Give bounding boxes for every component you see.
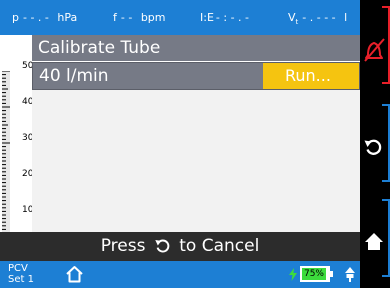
battery-level: 75% xyxy=(302,268,326,280)
cancel-hint-suffix: to Cancel xyxy=(179,236,260,256)
undo-icon xyxy=(155,239,170,253)
ventilation-mode[interactable]: PCV Set 1 xyxy=(8,263,34,285)
ie-ratio-readout: I:E - : - . - xyxy=(200,11,249,24)
undo-button[interactable] xyxy=(360,103,390,183)
battery-nub xyxy=(330,271,333,277)
pressure-value: - - . - xyxy=(22,11,49,24)
run-button[interactable]: Run... xyxy=(263,63,359,89)
pressure-label: p xyxy=(12,11,19,24)
frequency-unit: bpm xyxy=(140,11,166,24)
page-title: Calibrate Tube xyxy=(32,35,360,61)
mode-set: Set 1 xyxy=(8,274,34,285)
mode-name: PCV xyxy=(8,263,28,274)
bottom-bar: PCV Set 1 75% xyxy=(0,261,360,288)
home-icon[interactable] xyxy=(65,265,84,283)
volume-readout: Vt - . - - - l xyxy=(288,11,347,26)
plug-icon xyxy=(345,267,355,282)
cancel-hint-bar: Press to Cancel xyxy=(0,232,360,261)
volume-value: - . - - - xyxy=(302,11,336,24)
frequency-label: f xyxy=(113,11,117,24)
flow-value: 40 l/min xyxy=(39,66,109,86)
bolt-icon xyxy=(289,268,297,281)
pressure-scale: 50 40 30 20 10 0 xyxy=(0,35,33,288)
flow-row: 40 l/min Run... xyxy=(32,62,360,90)
ie-ratio-value: - : - . - xyxy=(215,11,250,24)
volume-subscript: t xyxy=(295,18,299,27)
alarm-mute-icon xyxy=(364,38,385,62)
frequency-readout: f- - bpm xyxy=(113,11,166,24)
battery-icon: 75% xyxy=(300,266,333,282)
volume-unit: l xyxy=(344,11,348,24)
status-bar: p- - . - hPa f- - bpm I:E - : - . - Vt - .… xyxy=(0,0,360,35)
undo-icon xyxy=(364,139,382,155)
device-screen: p- - . - hPa f- - bpm I:E - : - . - Vt - .… xyxy=(0,0,360,288)
pressure-readout: p- - . - hPa xyxy=(12,11,77,24)
frequency-value: - - xyxy=(120,11,133,24)
volume-label: V xyxy=(288,11,296,24)
cancel-hint-prefix: Press xyxy=(100,236,146,256)
home-icon xyxy=(365,233,383,250)
ie-ratio-label: I:E xyxy=(200,11,214,24)
alarm-mute-button[interactable] xyxy=(360,5,390,85)
home-button[interactable] xyxy=(360,198,390,278)
calibration-panel: Calibrate Tube 40 l/min Run... xyxy=(32,35,360,261)
pressure-unit: hPa xyxy=(57,11,78,24)
side-button-strip xyxy=(360,0,390,288)
